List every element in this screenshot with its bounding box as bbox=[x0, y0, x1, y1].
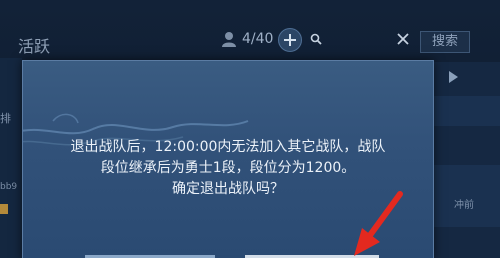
left-list-name: bb9 bbox=[0, 182, 18, 192]
team-topbar: 4/40 搜索 bbox=[215, 28, 500, 54]
right-list-label: 冲前 bbox=[454, 200, 474, 211]
close-icon[interactable] bbox=[397, 33, 409, 45]
left-list-badge bbox=[0, 204, 8, 214]
game-screen: 活跃 4/40 搜索 排 bb9 冲前 退出战队后，12:00:00内无法加入其… bbox=[0, 0, 500, 258]
chevron-right-icon[interactable] bbox=[446, 70, 460, 84]
member-count: 4/40 bbox=[242, 31, 274, 47]
right-list-row bbox=[432, 96, 500, 126]
search-button[interactable]: 搜索 bbox=[420, 31, 470, 53]
left-list-label: 排 bbox=[0, 112, 11, 125]
right-list-panel bbox=[432, 62, 500, 258]
red-arrow-icon bbox=[354, 191, 403, 256]
add-member-button[interactable] bbox=[278, 28, 302, 52]
search-icon[interactable] bbox=[310, 33, 322, 45]
page-title: 活跃 bbox=[18, 37, 51, 56]
left-list-panel bbox=[0, 58, 22, 258]
dialog-message-line: 段位继承后为勇士1段，段位分为1200。 bbox=[100, 160, 356, 176]
team-member-icon bbox=[222, 32, 236, 47]
dialog-message-line: 退出战队后，12:00:00内无法加入其它战队，战队 bbox=[70, 139, 386, 155]
